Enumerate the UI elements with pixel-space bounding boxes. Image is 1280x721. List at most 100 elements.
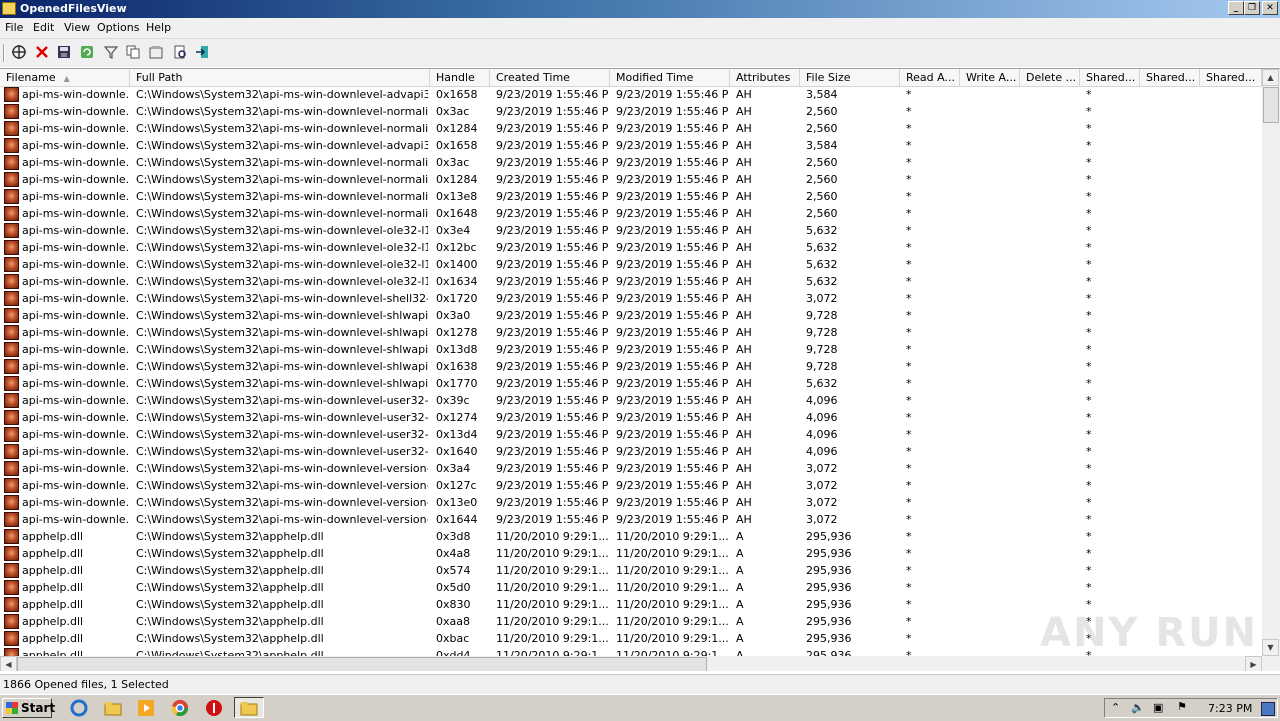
media-player-icon[interactable]: [137, 699, 155, 717]
table-row[interactable]: api-ms-win-downle... C:\Windows\System32\…: [0, 358, 1262, 375]
copy-icon[interactable]: [124, 43, 142, 61]
column-filename[interactable]: Filename ▲: [0, 69, 130, 86]
table-row[interactable]: api-ms-win-downle... C:\Windows\System32\…: [0, 511, 1262, 528]
stop-icon[interactable]: [205, 699, 223, 717]
menu-view[interactable]: View: [64, 21, 90, 34]
internet-explorer-icon[interactable]: [70, 699, 88, 717]
menu-help[interactable]: Help: [146, 21, 171, 34]
table-row[interactable]: apphelp.dll C:\Windows\System32\apphelp.d…: [0, 579, 1262, 596]
table-row[interactable]: api-ms-win-downle... C:\Windows\System32\…: [0, 222, 1262, 239]
column-full-path[interactable]: Full Path: [130, 69, 430, 86]
table-row[interactable]: api-ms-win-downle... C:\Windows\System32\…: [0, 324, 1262, 341]
horizontal-scrollbar[interactable]: ◀ ▶: [0, 656, 1262, 671]
openedfilesview-taskbar-button[interactable]: [234, 697, 264, 718]
scroll-up-button[interactable]: ▲: [1262, 69, 1279, 86]
cell-shared-delete: [1206, 393, 1260, 409]
table-row[interactable]: api-ms-win-downle... C:\Windows\System32\…: [0, 409, 1262, 426]
cell-shared-delete: [1206, 427, 1260, 443]
scroll-left-button[interactable]: ◀: [0, 656, 17, 671]
column-shared-write[interactable]: Shared...: [1140, 69, 1200, 86]
table-row[interactable]: api-ms-win-downle... C:\Windows\System32\…: [0, 120, 1262, 137]
menu-edit[interactable]: Edit: [33, 21, 54, 34]
column-created-time[interactable]: Created Time: [490, 69, 610, 86]
table-row[interactable]: api-ms-win-downle... C:\Windows\System32\…: [0, 171, 1262, 188]
column-write-access[interactable]: Write A...: [960, 69, 1020, 86]
minimize-button[interactable]: _: [1228, 1, 1244, 15]
column-read-access[interactable]: Read A...: [900, 69, 960, 86]
cell-shared-delete: [1206, 461, 1260, 477]
cell-attributes: AH: [736, 139, 752, 152]
table-row[interactable]: api-ms-win-downle... C:\Windows\System32\…: [0, 273, 1262, 290]
table-row[interactable]: api-ms-win-downle... C:\Windows\System32\…: [0, 188, 1262, 205]
table-row[interactable]: api-ms-win-downle... C:\Windows\System32\…: [0, 256, 1262, 273]
scroll-down-button[interactable]: ▼: [1262, 639, 1279, 656]
tray-expand-icon[interactable]: ⌃: [1111, 701, 1120, 714]
explorer-folder-icon[interactable]: [104, 699, 122, 717]
column-modified-time[interactable]: Modified Time: [610, 69, 730, 86]
column-file-size[interactable]: File Size: [800, 69, 900, 86]
table-row[interactable]: apphelp.dll C:\Windows\System32\apphelp.d…: [0, 562, 1262, 579]
scroll-right-button[interactable]: ▶: [1245, 656, 1262, 671]
save-icon[interactable]: [55, 43, 73, 61]
cell-filename: api-ms-win-downle...: [22, 173, 128, 186]
volume-icon[interactable]: 🔈: [1131, 701, 1145, 714]
cell-full-path: C:\Windows\System32\api-ms-win-downlevel…: [136, 513, 428, 526]
start-button[interactable]: Start: [2, 698, 55, 718]
cell-handle: 0x574: [436, 564, 471, 577]
table-row[interactable]: api-ms-win-downle... C:\Windows\System32\…: [0, 86, 1262, 103]
cell-filename: api-ms-win-downle...: [22, 411, 128, 424]
table-row[interactable]: api-ms-win-downle... C:\Windows\System32\…: [0, 477, 1262, 494]
html-report-icon[interactable]: [147, 43, 165, 61]
table-row[interactable]: api-ms-win-downle... C:\Windows\System32\…: [0, 494, 1262, 511]
network-icon[interactable]: ▣: [1153, 701, 1163, 714]
column-handle[interactable]: Handle: [430, 69, 490, 86]
menu-file[interactable]: File: [5, 21, 23, 34]
vertical-scroll-thumb[interactable]: [1263, 87, 1279, 123]
refresh-icon[interactable]: [78, 43, 96, 61]
exit-icon[interactable]: [194, 43, 212, 61]
cell-handle: 0x3e4: [436, 224, 471, 237]
table-row[interactable]: apphelp.dll C:\Windows\System32\apphelp.d…: [0, 528, 1262, 545]
cell-shared-read: *: [1086, 445, 1092, 458]
horizontal-scroll-thumb[interactable]: [17, 657, 707, 671]
properties-icon[interactable]: [10, 43, 28, 61]
column-attributes[interactable]: Attributes: [730, 69, 800, 86]
table-row[interactable]: api-ms-win-downle... C:\Windows\System32\…: [0, 290, 1262, 307]
table-row[interactable]: api-ms-win-downle... C:\Windows\System32\…: [0, 460, 1262, 477]
flag-icon[interactable]: ⚑: [1177, 700, 1187, 713]
table-row[interactable]: api-ms-win-downle... C:\Windows\System32\…: [0, 426, 1262, 443]
cell-delete-access: [1026, 410, 1078, 426]
table-row[interactable]: api-ms-win-downle... C:\Windows\System32\…: [0, 103, 1262, 120]
find-icon[interactable]: [171, 43, 189, 61]
cell-full-path: C:\Windows\System32\api-ms-win-downlevel…: [136, 377, 428, 390]
restore-button[interactable]: ❐: [1244, 1, 1260, 15]
vertical-scrollbar[interactable]: ▲ ▼: [1262, 69, 1280, 656]
menu-options[interactable]: Options: [97, 21, 139, 34]
column-shared-read[interactable]: Shared...: [1080, 69, 1140, 86]
chrome-icon[interactable]: [171, 699, 189, 717]
files-list-view[interactable]: Filename ▲ Full Path Handle Created Time …: [0, 68, 1280, 671]
filter-icon[interactable]: [102, 43, 120, 61]
cell-shared-read: *: [1086, 241, 1092, 254]
cell-shared-delete: [1206, 206, 1260, 222]
table-row[interactable]: api-ms-win-downle... C:\Windows\System32\…: [0, 205, 1262, 222]
table-row[interactable]: api-ms-win-downle... C:\Windows\System32\…: [0, 137, 1262, 154]
table-row[interactable]: api-ms-win-downle... C:\Windows\System32\…: [0, 239, 1262, 256]
show-desktop-icon[interactable]: [1261, 702, 1275, 716]
cell-delete-access: [1026, 512, 1078, 528]
close-button[interactable]: ✕: [1262, 1, 1278, 15]
table-row[interactable]: api-ms-win-downle... C:\Windows\System32\…: [0, 443, 1262, 460]
column-shared-delete[interactable]: Shared...: [1200, 69, 1262, 86]
table-row[interactable]: api-ms-win-downle... C:\Windows\System32\…: [0, 154, 1262, 171]
column-delete-access[interactable]: Delete ...: [1020, 69, 1080, 86]
table-row[interactable]: api-ms-win-downle... C:\Windows\System32\…: [0, 307, 1262, 324]
cell-file-size: 3,072: [806, 479, 838, 492]
dll-file-icon: [4, 155, 19, 170]
close-handle-icon[interactable]: [33, 43, 51, 61]
clock[interactable]: 7:23 PM: [1208, 702, 1252, 715]
table-row[interactable]: api-ms-win-downle... C:\Windows\System32\…: [0, 375, 1262, 392]
cell-full-path: C:\Windows\System32\api-ms-win-downlevel…: [136, 258, 428, 271]
table-row[interactable]: api-ms-win-downle... C:\Windows\System32\…: [0, 392, 1262, 409]
table-row[interactable]: api-ms-win-downle... C:\Windows\System32\…: [0, 341, 1262, 358]
table-row[interactable]: apphelp.dll C:\Windows\System32\apphelp.d…: [0, 545, 1262, 562]
